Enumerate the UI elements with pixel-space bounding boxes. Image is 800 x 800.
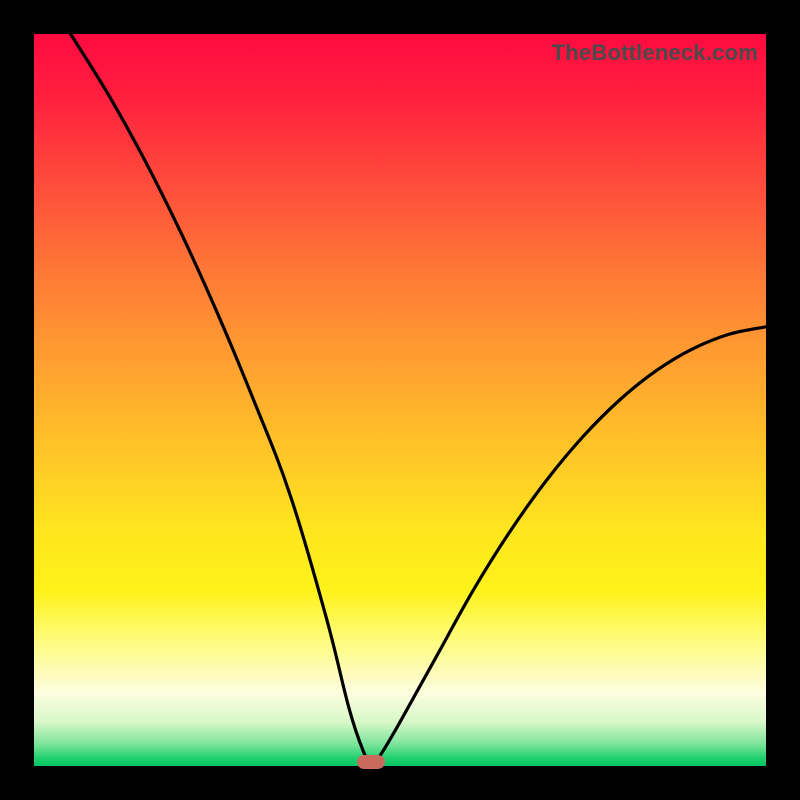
chart-frame: TheBottleneck.com bbox=[0, 0, 800, 800]
minimum-marker bbox=[357, 755, 385, 769]
bottleneck-curve bbox=[34, 34, 766, 766]
plot-area: TheBottleneck.com bbox=[34, 34, 766, 766]
curve-path bbox=[71, 34, 766, 764]
